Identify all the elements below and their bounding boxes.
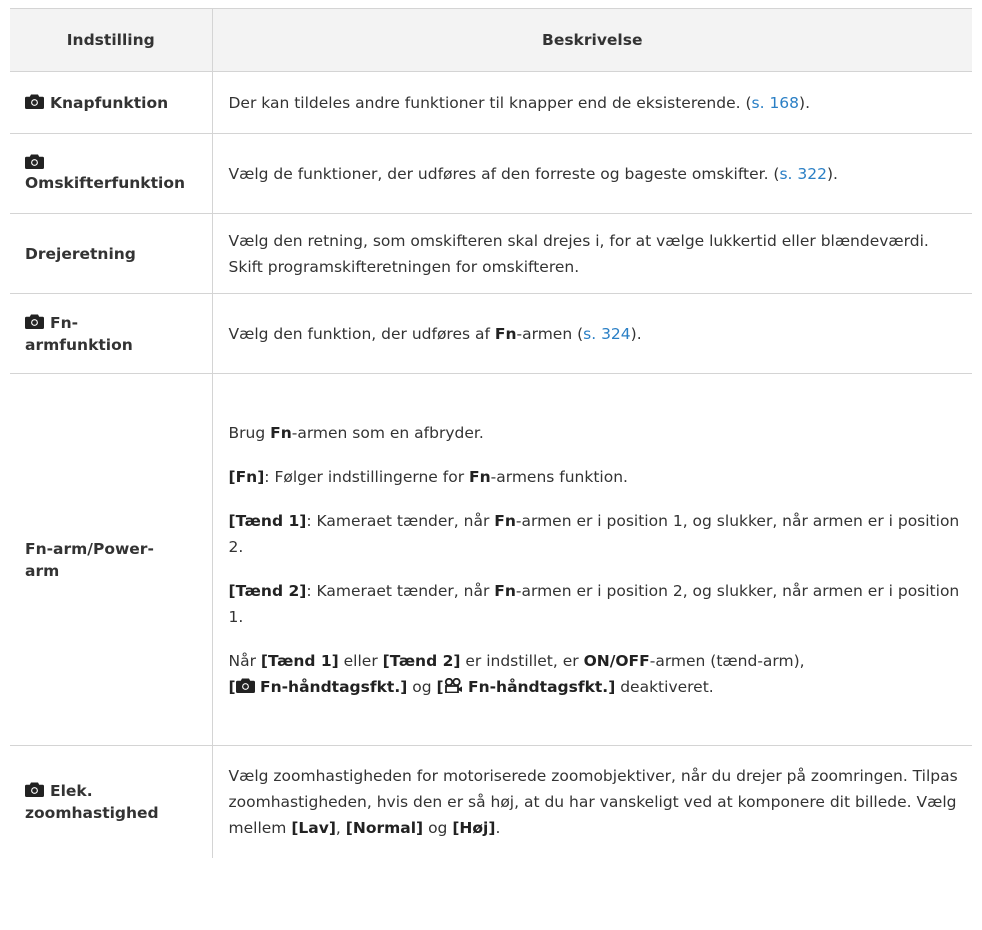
fn-label: Fn <box>494 581 516 600</box>
setting-name: Fn-arm/Power- arm <box>10 373 213 746</box>
setting-name: Drejeretning <box>10 213 213 294</box>
camera-icon <box>25 94 44 109</box>
description-text: : Kameraet tænder, når <box>306 511 495 530</box>
description-text: deaktiveret. <box>615 677 714 696</box>
description-text: -armen (tænd-arm), <box>649 651 805 670</box>
camera-icon <box>25 782 44 797</box>
description-text: , <box>335 818 346 837</box>
description-text: Der kan tildeles andre funktioner til kn… <box>228 93 752 112</box>
fn-label: Fn <box>270 423 292 442</box>
camera-icon <box>235 678 255 693</box>
option-key: [Tænd 1] <box>228 511 307 530</box>
description-text: og <box>407 677 437 696</box>
description-text: . <box>495 818 501 837</box>
setting-description: Brug Fn-armen som en afbryder. [Fn]: Føl… <box>212 373 972 746</box>
description-text: : Følger indstillingerne for <box>264 467 469 486</box>
setting-label: arm <box>25 561 60 580</box>
option-key: [Tænd 2] <box>228 581 307 600</box>
description-text: Når <box>228 651 261 670</box>
table-header-row: Indstilling Beskrivelse <box>10 8 972 72</box>
table-row: Elek. zoomhastighed Vælg zoomhastigheden… <box>10 745 972 858</box>
description-text: : Kameraet tænder, når <box>306 581 495 600</box>
setting-label: Fn- <box>50 313 79 332</box>
setting-label: Fn-arm/Power- <box>25 539 154 558</box>
setting-name: Knapfunktion <box>10 71 213 134</box>
on-off-label: ON/OFF <box>583 651 650 670</box>
page-reference-link[interactable]: s. 322 <box>779 165 827 183</box>
description-text: og <box>423 818 453 837</box>
setting-label: zoomhastighed <box>25 803 159 822</box>
setting-description: Vælg den retning, som omskifteren skal d… <box>212 213 972 294</box>
setting-label: Drejeretning <box>25 244 136 263</box>
description-text: Brug <box>228 423 271 442</box>
page-reference-link[interactable]: s. 168 <box>752 94 800 112</box>
description-text: ). <box>799 93 811 112</box>
paragraph: Brug Fn-armen som en afbryder. <box>229 420 961 446</box>
option-key: Fn-håndtagsfkt.] <box>462 677 616 696</box>
description-text: Vælg de funktioner, der udføres af den f… <box>228 164 780 183</box>
option-key: [Tænd 1] <box>260 651 339 670</box>
table-row: Fn-arm/Power- arm Brug Fn-armen som en a… <box>10 373 972 746</box>
option-key: [ <box>228 677 236 696</box>
camera-icon <box>25 314 44 329</box>
description-text: ). <box>827 164 838 183</box>
option-key: [Normal] <box>345 818 424 837</box>
setting-description: Der kan tildeles andre funktioner til kn… <box>212 71 972 134</box>
description-text: eller <box>338 651 383 670</box>
setting-description: Vælg den funktion, der udføres af Fn-arm… <box>212 293 972 374</box>
description-text: er indstillet, er <box>460 651 584 670</box>
description-text: -armen ( <box>516 324 584 343</box>
setting-description: Vælg de funktioner, der udføres af den f… <box>212 133 972 214</box>
setting-name: Elek. zoomhastighed <box>10 745 213 858</box>
fn-label: Fn <box>469 467 491 486</box>
fn-label: Fn <box>494 324 517 343</box>
description-text: Vælg den funktion, der udføres af <box>228 324 495 343</box>
header-description: Beskrivelse <box>212 8 972 72</box>
table-row: Knapfunktion Der kan tildeles andre funk… <box>10 71 972 134</box>
option-key: [ <box>436 677 444 696</box>
video-camera-icon <box>444 677 462 693</box>
description-text: -armen som en afbryder. <box>291 423 484 442</box>
description-text: -armens funktion. <box>490 467 628 486</box>
fn-label: Fn <box>494 511 516 530</box>
option-key: [Tænd 2] <box>382 651 461 670</box>
setting-description: Vælg zoomhastigheden for motoriserede zo… <box>212 746 972 858</box>
setting-name: Omskifterfunktion <box>10 133 213 214</box>
setting-label: armfunktion <box>25 335 133 354</box>
setting-name: Fn- armfunktion <box>10 293 213 374</box>
option-key: [Høj] <box>452 818 496 837</box>
option-key: [Fn] <box>228 467 265 486</box>
setting-label: Elek. <box>50 781 93 800</box>
description-text: ). <box>630 324 642 343</box>
header-setting: Indstilling <box>10 8 213 72</box>
page-reference-link[interactable]: s. 324 <box>583 325 631 343</box>
option-key: [Lav] <box>291 818 336 837</box>
option-key: Fn-håndtagsfkt.] <box>254 677 408 696</box>
table-row: Drejeretning Vælg den retning, som omski… <box>10 213 972 294</box>
paragraph: [Tænd 2]: Kameraet tænder, når Fn-armen … <box>229 578 961 630</box>
paragraph: Når [Tænd 1] eller [Tænd 2] er indstille… <box>229 648 961 700</box>
paragraph: [Tænd 1]: Kameraet tænder, når Fn-armen … <box>229 508 961 560</box>
setting-label: Omskifterfunktion <box>25 173 186 192</box>
table-row: Omskifterfunktion Vælg de funktioner, de… <box>10 133 972 214</box>
settings-table: Indstilling Beskrivelse Knapfunktion Der… <box>10 8 972 858</box>
table-row: Fn- armfunktion Vælg den funktion, der u… <box>10 293 972 374</box>
camera-icon <box>25 154 44 169</box>
setting-label: Knapfunktion <box>50 93 169 112</box>
paragraph: [Fn]: Følger indstillingerne for Fn-arme… <box>229 464 961 490</box>
